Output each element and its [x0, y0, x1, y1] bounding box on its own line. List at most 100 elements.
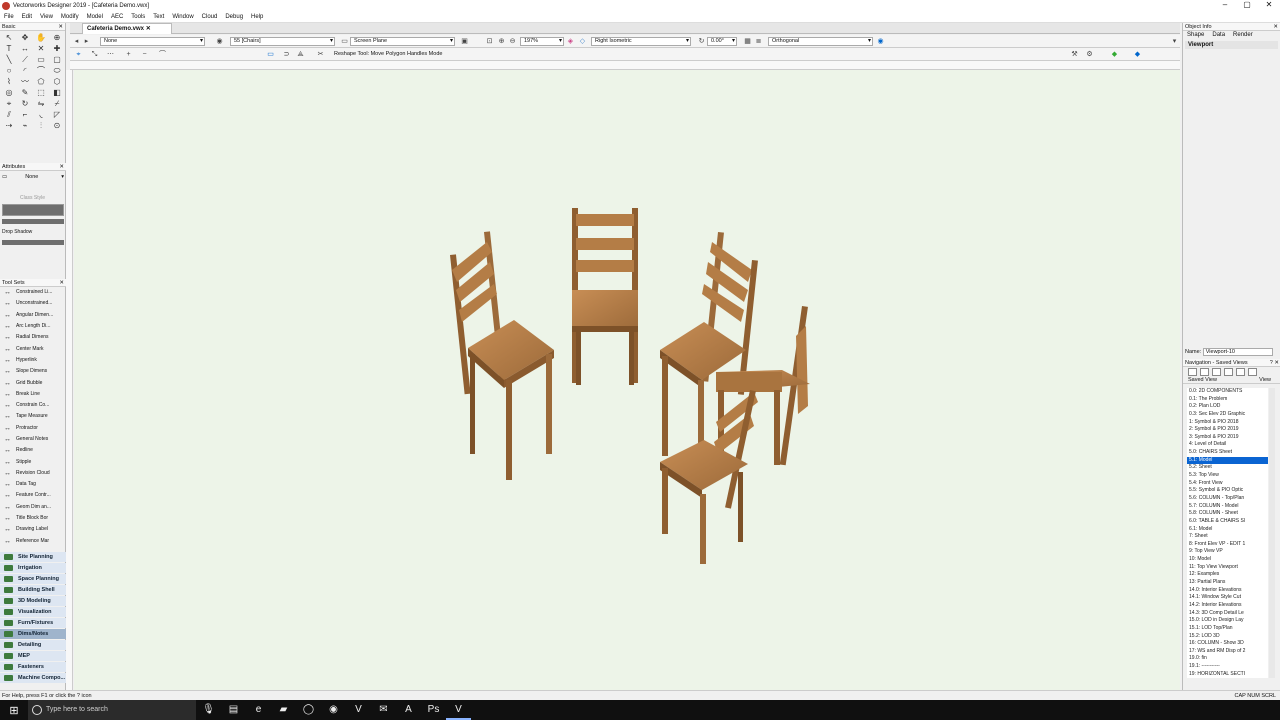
- page-icon[interactable]: ▣: [460, 37, 469, 46]
- menu-file[interactable]: File: [0, 14, 18, 20]
- category-irrigation[interactable]: Irrigation: [0, 563, 66, 573]
- fit-to-window-icon[interactable]: ⊡: [485, 37, 494, 46]
- edit-view-icon[interactable]: [1212, 368, 1221, 376]
- close-icon[interactable]: ✕: [59, 279, 64, 287]
- back-icon[interactable]: [1188, 368, 1197, 376]
- tool-item[interactable]: ↔ Angular Dimen...: [0, 310, 66, 321]
- lasso-icon[interactable]: ⊃: [282, 50, 291, 59]
- category-fasteners[interactable]: Fasteners: [0, 662, 66, 672]
- settings-gear-icon[interactable]: ⚙: [1085, 50, 1094, 59]
- taskbar-search-input[interactable]: Type here to search: [28, 700, 196, 720]
- tool-item[interactable]: ↔ Stipple: [0, 456, 66, 467]
- render-icon[interactable]: ◈: [566, 37, 575, 46]
- menu-modify[interactable]: Modify: [57, 14, 83, 20]
- tool-item[interactable]: ↔ Protractor: [0, 423, 66, 434]
- saved-view-item[interactable]: 15.1: LOD Top/Plan: [1187, 625, 1268, 633]
- saved-view-item[interactable]: 8: Front Elev VP - EDIT 1: [1187, 541, 1268, 549]
- saved-view-item[interactable]: 14.1: Window Style Cut: [1187, 594, 1268, 602]
- attribute-mapping-icon[interactable]: ⬚: [33, 87, 49, 98]
- saved-view-item[interactable]: 9: Top View VP: [1187, 548, 1268, 556]
- marquee-select-icon[interactable]: ▭: [266, 50, 275, 59]
- menu-tools[interactable]: Tools: [127, 14, 149, 20]
- microphone-icon[interactable]: 🎙: [196, 700, 221, 720]
- dimension-tool-icon[interactable]: ↔: [17, 43, 33, 54]
- rotate-tool-icon[interactable]: ↻: [17, 98, 33, 109]
- tab-render[interactable]: Render: [1231, 32, 1255, 38]
- saved-view-item[interactable]: 15.0: LOD in Design Lay: [1187, 617, 1268, 625]
- windows-start-icon[interactable]: ⊞: [0, 704, 28, 717]
- regular-polygon-tool-icon[interactable]: ⬡: [49, 76, 65, 87]
- saved-view-item[interactable]: 5.4: Front View: [1187, 480, 1268, 488]
- zoom-dropdown[interactable]: 197%: [520, 37, 564, 46]
- menu-debug[interactable]: Debug: [221, 14, 247, 20]
- saved-view-item[interactable]: 14.0: Interior Elevations: [1187, 587, 1268, 595]
- pan-tool-icon[interactable]: ✋: [33, 32, 49, 43]
- saved-view-item[interactable]: 15.2: LOD 3D: [1187, 633, 1268, 641]
- reshape-tool-icon[interactable]: ⌖: [1, 98, 17, 109]
- layer-dropdown[interactable]: 55 [Chairs]: [230, 37, 335, 46]
- saved-view-item[interactable]: 19: HORIZONTAL SECTI: [1187, 671, 1268, 678]
- rounded-rect-tool-icon[interactable]: ▢: [49, 54, 65, 65]
- tool-item[interactable]: ↔ Center Mark: [0, 343, 66, 354]
- lighting-icon[interactable]: ◇: [578, 37, 587, 46]
- close-icon[interactable]: ✕: [58, 23, 63, 31]
- category-machine-compo-[interactable]: Machine Compo...: [0, 673, 66, 683]
- saved-view-item[interactable]: 10: Model: [1187, 556, 1268, 564]
- vectorworks-icon[interactable]: ◯: [296, 700, 321, 720]
- chair-1[interactable]: [450, 230, 554, 480]
- saved-view-item[interactable]: 0.2: Plan LOD: [1187, 403, 1268, 411]
- circle-tool-icon[interactable]: ○: [1, 65, 17, 76]
- close-icon[interactable]: ✕: [1273, 23, 1278, 31]
- edge-icon[interactable]: e: [246, 700, 271, 720]
- saved-view-item[interactable]: 14.3: 3D Comp Detail Le: [1187, 610, 1268, 618]
- saved-view-item[interactable]: 5.2: Sheet: [1187, 464, 1268, 472]
- close-icon[interactable]: ✕: [59, 163, 64, 171]
- back-arrow-icon[interactable]: ◂: [72, 37, 81, 46]
- zoom-tool-icon[interactable]: ⊕: [49, 32, 65, 43]
- visibility-icon[interactable]: ◉: [876, 37, 885, 46]
- category-furn-fixtures[interactable]: Furn/Fixtures: [0, 618, 66, 628]
- category-building-shell[interactable]: Building Shell: [0, 585, 66, 595]
- category-3d-modeling[interactable]: 3D Modeling: [0, 596, 66, 606]
- saved-view-item[interactable]: 0.3: Sec Elev 2D Graphic: [1187, 411, 1268, 419]
- tool-item[interactable]: ↔ Title Block Bor: [0, 513, 66, 524]
- move-handles-icon[interactable]: ⤡: [90, 50, 99, 59]
- tab-data[interactable]: Data: [1210, 32, 1227, 38]
- shield-icon[interactable]: ◆: [1110, 50, 1119, 59]
- locus-tool-icon[interactable]: ✚: [49, 43, 65, 54]
- grid-icon[interactable]: ▦: [743, 37, 752, 46]
- task-view-icon[interactable]: ▤: [221, 700, 246, 720]
- zoom-in-icon[interactable]: ⊕: [497, 37, 506, 46]
- list-icon[interactable]: ≣: [754, 37, 763, 46]
- refresh-icon[interactable]: [1248, 368, 1257, 376]
- duplicate-view-icon[interactable]: [1224, 368, 1233, 376]
- category-mep[interactable]: MEP: [0, 651, 66, 661]
- saved-view-column[interactable]: Saved View: [1188, 377, 1217, 383]
- saved-view-item[interactable]: 7: Sheet: [1187, 533, 1268, 541]
- hide-edge-icon[interactable]: ⌒: [158, 50, 167, 59]
- callout-tool-icon[interactable]: ✕: [33, 43, 49, 54]
- rectangle-tool-icon[interactable]: ▭: [33, 54, 49, 65]
- polyline-tool-icon[interactable]: ⌇: [1, 76, 17, 87]
- saved-view-item[interactable]: 13: Partial Plans: [1187, 579, 1268, 587]
- polygon-tool-icon[interactable]: ⬠: [33, 76, 49, 87]
- saved-view-item[interactable]: 3: Symbol & PIO 2019: [1187, 434, 1268, 442]
- line-tool-icon[interactable]: ╲: [1, 54, 17, 65]
- menu-view[interactable]: View: [36, 14, 57, 20]
- saved-view-item[interactable]: 0.1: The Problem: [1187, 396, 1268, 404]
- snap-icon[interactable]: ⚒: [1070, 50, 1079, 59]
- eyedropper-tool-icon[interactable]: ✎: [17, 87, 33, 98]
- tool-item[interactable]: ↔ Constrained Li...: [0, 287, 66, 298]
- category-space-planning[interactable]: Space Planning: [0, 574, 66, 584]
- tool-item[interactable]: ↔ Constrain Co...: [0, 400, 66, 411]
- panel-collapse-icon[interactable]: ▾: [1170, 37, 1179, 46]
- polygon-select-icon[interactable]: ⟁: [296, 50, 305, 59]
- category-detailing[interactable]: Detailing: [0, 640, 66, 650]
- view-dropdown[interactable]: Right Isometric: [591, 37, 691, 46]
- plus-vertex-icon[interactable]: +: [124, 50, 133, 59]
- saved-view-item[interactable]: 5.7: COLUMN - Model: [1187, 503, 1268, 511]
- snap-loupe-icon[interactable]: ⊙: [49, 120, 65, 131]
- file-explorer-icon[interactable]: ▰: [271, 700, 296, 720]
- tool-item[interactable]: ↔ Revision Cloud: [0, 468, 66, 479]
- category-dims-notes[interactable]: Dims/Notes: [0, 629, 66, 639]
